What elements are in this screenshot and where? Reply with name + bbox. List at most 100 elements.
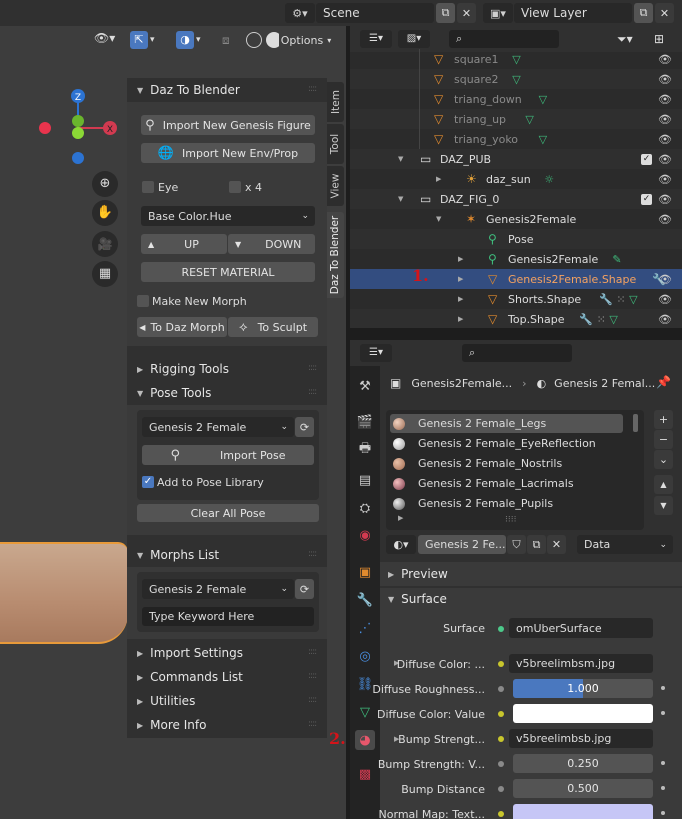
tab-modifiers[interactable]: 🔧: [355, 590, 375, 610]
eye-icon[interactable]: 👁: [658, 153, 672, 166]
material-slot-item[interactable]: Genesis 2 Female_Lacrimals: [390, 474, 630, 493]
surface-header[interactable]: ▼ Surface: [388, 591, 668, 607]
editor-type-button[interactable]: ☰▾: [360, 344, 392, 362]
material-slot-item[interactable]: Genesis 2 Female_Legs: [390, 414, 623, 433]
gizmo-toggle[interactable]: ⇱: [130, 31, 148, 49]
diffuse-color-texture-field[interactable]: v5breelimbsm.jpg: [509, 654, 653, 673]
filter-button[interactable]: ⏷▾: [617, 30, 643, 48]
scene-name-field[interactable]: Scene: [316, 3, 434, 23]
visibility-toggle[interactable]: 👁▾: [94, 31, 124, 49]
material-specials-button[interactable]: ⌄: [654, 450, 673, 469]
material-list-scrollbar[interactable]: [633, 414, 638, 432]
drag-handle[interactable]: ::::: [308, 695, 317, 705]
daz-panel-header[interactable]: ▼ Daz To Blender: [137, 82, 317, 98]
scene-selector[interactable]: ⚙▾: [285, 3, 315, 23]
socket-dot[interactable]: [498, 736, 504, 742]
shading-wireframe[interactable]: [246, 32, 262, 48]
drag-handle[interactable]: ::::: [308, 549, 317, 559]
outliner-row[interactable]: ▽ square2 ▽ 👁: [350, 69, 682, 89]
new-material-button[interactable]: ⧉: [527, 535, 546, 554]
tab-item[interactable]: Item: [327, 82, 344, 122]
tab-scene[interactable]: ⛭: [355, 498, 375, 518]
tab-view-layer[interactable]: ▤: [355, 470, 375, 490]
bump-texture-field[interactable]: v5breelimbsb.jpg: [509, 729, 653, 748]
socket-dot[interactable]: [498, 761, 504, 767]
to-daz-morph-button[interactable]: ◀ To Daz Morph: [137, 317, 227, 337]
drag-handle[interactable]: ::::: [308, 647, 317, 657]
outliner-row[interactable]: ▶⚲Genesis2Female✎👁: [350, 249, 682, 269]
tab-material[interactable]: ◕: [355, 730, 375, 750]
tab-tool-settings[interactable]: ⚒: [355, 376, 375, 396]
drag-handle[interactable]: ::::: [308, 387, 317, 397]
navigation-gizmo[interactable]: Z X: [35, 85, 125, 170]
animate-dot[interactable]: [661, 761, 665, 765]
diffuse-roughness-slider[interactable]: 1.000: [513, 679, 653, 698]
outliner-row[interactable]: ▽ triang_down ▽ 👁: [350, 89, 682, 109]
tab-output[interactable]: 🖶: [355, 440, 375, 460]
view-filter-button[interactable]: ▨▾: [398, 30, 430, 48]
import-settings-header[interactable]: ▶ Import Settings: [137, 645, 317, 661]
socket-dot[interactable]: [498, 711, 504, 717]
options-button[interactable]: Options ▾: [279, 30, 333, 50]
add-to-pose-library-checkbox[interactable]: ✓: [142, 476, 154, 488]
import-env-prop-button[interactable]: 🌐 Import New Env/Prop: [141, 143, 315, 163]
tab-object-data[interactable]: ▽: [355, 702, 375, 722]
zoom-button[interactable]: ⊕: [92, 171, 118, 197]
socket-dot[interactable]: [498, 626, 504, 632]
eye-icon[interactable]: 👁: [658, 133, 672, 146]
eye-icon[interactable]: 👁: [658, 53, 672, 66]
eye-icon[interactable]: 👁: [658, 293, 672, 306]
preview-header[interactable]: ▶ Preview: [388, 566, 668, 582]
eye-icon[interactable]: 👁: [658, 173, 672, 186]
outliner-row[interactable]: ▶ ▽ Shorts.Shape 🔧 ⁙ ▽ 👁: [350, 289, 682, 309]
new-view-layer-button[interactable]: ⧉: [634, 3, 653, 23]
delete-scene-button[interactable]: ✕: [457, 3, 476, 23]
outliner-row[interactable]: ▽ square1 ▽ 👁: [350, 49, 682, 69]
outliner-search-input[interactable]: ⌕: [449, 30, 559, 48]
ortho-button[interactable]: ▦: [92, 261, 118, 287]
outliner-row[interactable]: ▽ triang_yoko ▽ 👁: [350, 129, 682, 149]
eye-icon[interactable]: 👁: [658, 113, 672, 126]
to-sculpt-button[interactable]: ⟡ To Sculpt: [228, 317, 318, 337]
tab-physics[interactable]: ◎: [355, 646, 375, 666]
socket-dot[interactable]: [498, 686, 504, 692]
morph-keyword-input[interactable]: Type Keyword Here: [142, 607, 314, 626]
chevron-right-icon[interactable]: ▶: [458, 315, 463, 323]
fake-user-button[interactable]: ⛉: [507, 535, 526, 554]
chevron-right-icon[interactable]: ▶: [458, 275, 463, 283]
chevron-down-icon[interactable]: ▼: [398, 195, 403, 203]
surface-shader-field[interactable]: omUberSurface: [509, 618, 653, 638]
overlay-dropdown[interactable]: ▾: [196, 31, 210, 49]
x4-checkbox[interactable]: [229, 181, 241, 193]
outliner-row[interactable]: ▶ ▽ Top.Shape 🔧 ⁙ ▽ 👁: [350, 309, 682, 329]
tab-world[interactable]: ◉: [355, 525, 375, 545]
gizmo-dropdown[interactable]: ▾: [150, 31, 164, 49]
more-info-header[interactable]: ▶ More Info: [137, 717, 317, 733]
collection-checkbox[interactable]: ✓: [641, 193, 652, 205]
chevron-right-icon[interactable]: ▶: [458, 295, 463, 303]
socket-dot[interactable]: [498, 786, 504, 792]
material-slot-item[interactable]: Genesis 2 Female_Pupils: [390, 494, 630, 513]
morph-figure-select[interactable]: Genesis 2 Female ⌄: [142, 579, 294, 599]
outliner-row[interactable]: ⚲Pose👁: [350, 229, 682, 249]
tab-particles[interactable]: ⋰: [355, 618, 375, 638]
material-name-field[interactable]: Genesis 2 Fe...: [418, 535, 506, 554]
move-slot-down-button[interactable]: ▼: [654, 496, 673, 515]
normal-map-swatch[interactable]: [513, 804, 653, 819]
pose-tools-header[interactable]: ▼ Pose Tools: [137, 385, 317, 401]
new-collection-button[interactable]: ⊞: [654, 30, 672, 48]
animate-dot[interactable]: [661, 686, 665, 690]
chevron-right-icon[interactable]: ▶: [436, 175, 441, 183]
rigging-tools-header[interactable]: ▶ Rigging Tools: [137, 361, 317, 377]
commands-list-header[interactable]: ▶ Commands List: [137, 669, 317, 685]
utilities-header[interactable]: ▶ Utilities: [137, 693, 317, 709]
import-genesis-figure-button[interactable]: ⚲ Import New Genesis Figure: [141, 115, 315, 135]
down-button[interactable]: ▼ DOWN: [228, 234, 315, 254]
eye-icon[interactable]: 👁: [658, 73, 672, 86]
outliner-row[interactable]: ▼ ▭ DAZ_PUB ✓ 👁: [350, 149, 682, 169]
overlay-toggle[interactable]: ◑: [176, 31, 194, 49]
outliner-row[interactable]: ▼ ✶ Genesis2Female 👁: [350, 209, 682, 229]
tab-tool[interactable]: Tool: [327, 124, 344, 164]
drag-handle[interactable]: ::::: [308, 719, 317, 729]
material-list-expand[interactable]: ▶: [398, 514, 403, 522]
